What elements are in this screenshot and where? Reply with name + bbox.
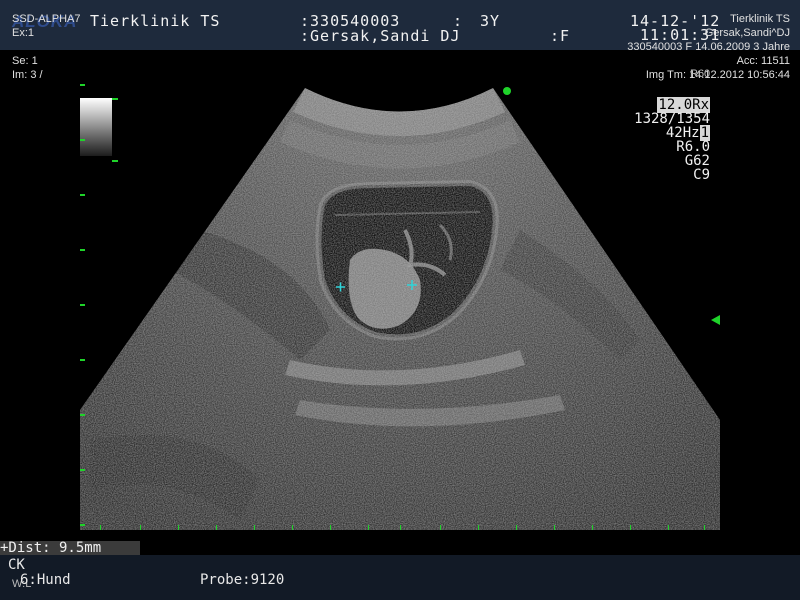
species-label: 6:Hund: [20, 572, 71, 588]
focus-dot-icon: [503, 87, 511, 95]
focus-marker-icon: [711, 315, 720, 325]
distance-measurement: +Dist: 9.5mm: [0, 540, 102, 556]
footer-bar: [0, 555, 800, 600]
probe-label: Probe:9120: [200, 572, 285, 588]
ultrasound-image: [80, 84, 720, 530]
ck-label: CK: [8, 557, 25, 573]
